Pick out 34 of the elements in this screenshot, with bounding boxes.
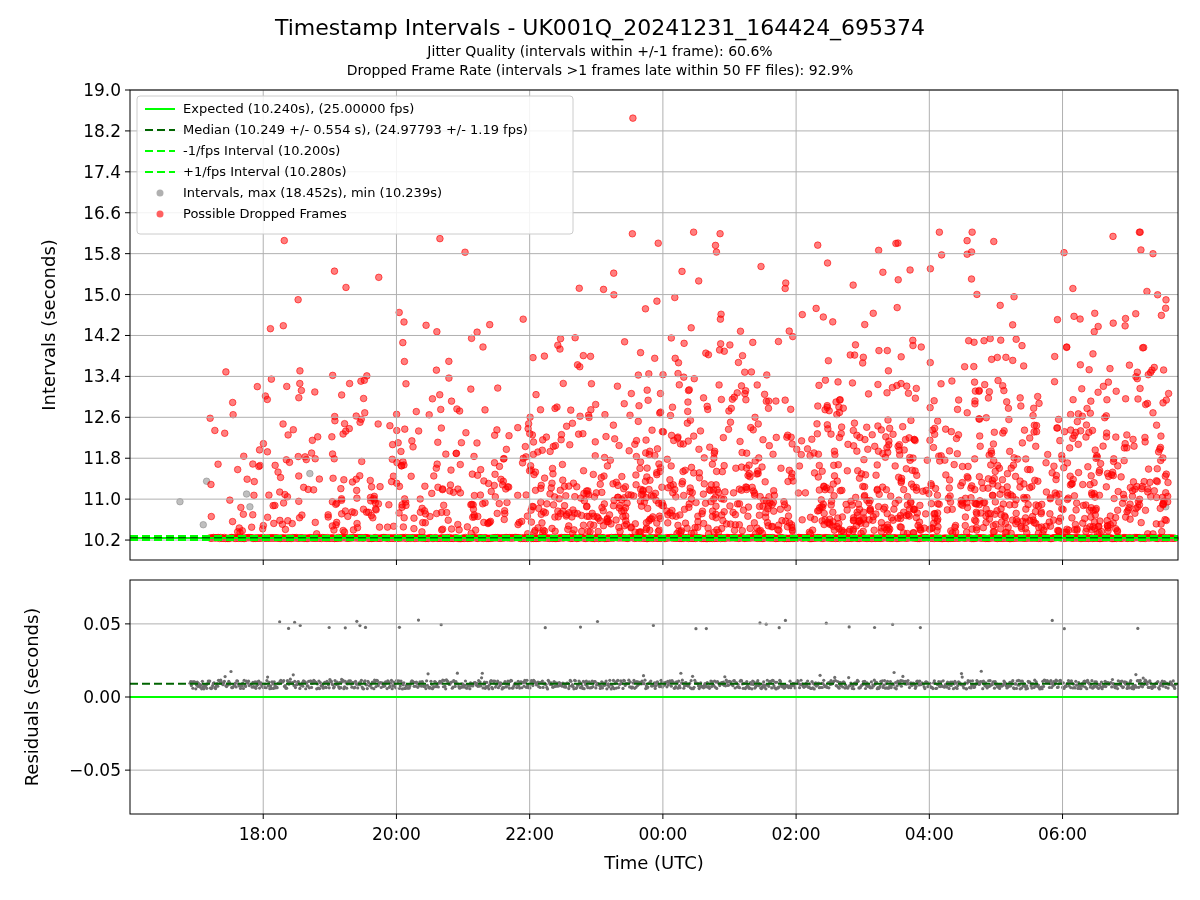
x-tick-label: 22:00 — [505, 824, 555, 844]
chart-subtitle: Jitter Quality (intervals within +/-1 frame): 60.6% — [427, 42, 773, 61]
y-axis-label: Intervals (seconds) — [38, 239, 59, 411]
x-axis-label: Time (UTC) — [604, 852, 704, 873]
y-tick-label: 15.8 — [83, 243, 121, 264]
y-tick-label: 11.8 — [83, 448, 121, 469]
chart-title: Timestamp Intervals - UK001Q_20241231_164424_695374 — [274, 14, 926, 42]
legend-label: Possible Dropped Frames — [183, 206, 347, 221]
x-tick-label: 04:00 — [904, 824, 954, 844]
y-tick-label: 19.0 — [83, 80, 121, 100]
y-tick-label: −0.05 — [68, 760, 121, 781]
legend-label: Median (10.249 +/- 0.554 s), (24.97793 +/- 1.19 fps) — [183, 122, 528, 137]
y-tick-label: 18.2 — [83, 120, 121, 141]
y-tick-label: 14.2 — [83, 325, 121, 346]
x-tick-label: 18:00 — [238, 824, 288, 844]
x-tick-label: 00:00 — [638, 824, 688, 844]
legend-label: Expected (10.240s), (25.00000 fps) — [183, 101, 415, 116]
y-tick-label: 11.0 — [83, 489, 121, 510]
x-tick-label: 20:00 — [371, 824, 421, 844]
y-tick-label: 16.6 — [83, 202, 121, 223]
y-axis-label: Residuals (seconds) — [21, 607, 42, 787]
y-tick-label: 17.4 — [83, 161, 121, 182]
y-tick-label: 10.2 — [83, 530, 121, 551]
x-tick-label: 06:00 — [1038, 824, 1088, 844]
y-tick-label: 15.0 — [83, 284, 121, 305]
x-tick-label: 02:00 — [771, 824, 821, 844]
y-tick-label: 0.05 — [83, 613, 121, 634]
y-tick-label: 0.00 — [83, 687, 121, 707]
y-tick-label: 12.6 — [83, 407, 121, 428]
legend-label: Intervals, max (18.452s), min (10.239s) — [183, 185, 442, 200]
y-tick-label: 13.4 — [83, 366, 121, 387]
chart-subtitle: Dropped Frame Rate (intervals >1 frames late within 50 FF files): 92.9% — [346, 61, 854, 80]
legend-label: +1/fps Interval (10.280s) — [183, 164, 347, 179]
legend-label: -1/fps Interval (10.200s) — [183, 143, 341, 158]
